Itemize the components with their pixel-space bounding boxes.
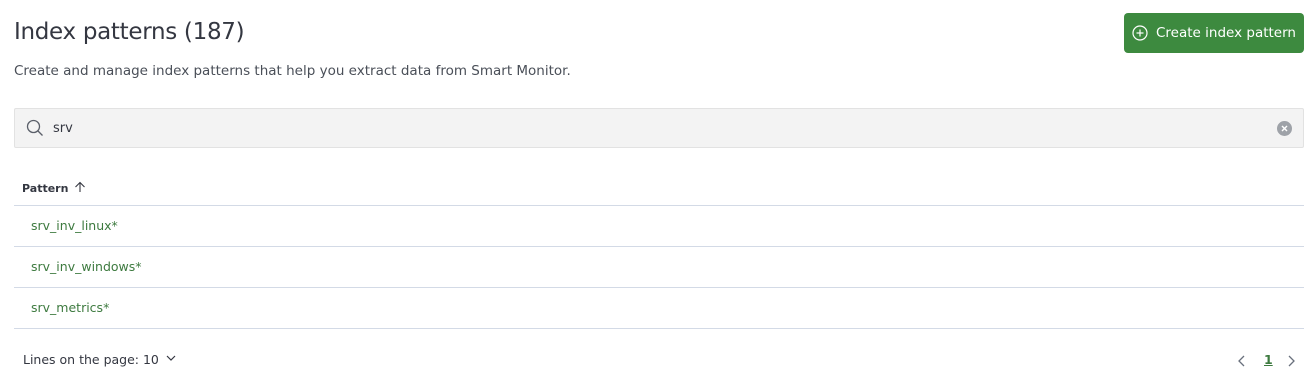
search-icon: [26, 119, 44, 141]
previous-page-icon[interactable]: [1236, 353, 1248, 372]
table-header: Pattern: [14, 170, 1304, 206]
chevron-down-icon: [165, 352, 177, 367]
page-number-button[interactable]: 1: [1264, 352, 1273, 367]
index-pattern-link[interactable]: srv_metrics*: [31, 300, 109, 315]
rows-per-page-selector[interactable]: Lines on the page: 10: [23, 352, 177, 367]
clear-icon[interactable]: [1277, 121, 1292, 140]
page-title: Index patterns (187): [14, 19, 245, 45]
search-bar: [14, 108, 1304, 148]
create-index-pattern-button[interactable]: Create index pattern: [1124, 13, 1304, 53]
plus-circle-icon: [1132, 25, 1148, 41]
pagination: 1: [1236, 352, 1304, 370]
index-pattern-link[interactable]: srv_inv_linux*: [31, 218, 118, 233]
table-row: srv_metrics*: [14, 288, 1304, 329]
search-input[interactable]: [53, 117, 1253, 139]
rows-per-page-label: Lines on the page: 10: [23, 352, 159, 367]
table-row: srv_inv_linux*: [14, 206, 1304, 247]
index-patterns-page: Index patterns (187) Create and manage i…: [0, 0, 1316, 386]
create-button-label: Create index pattern: [1156, 25, 1296, 41]
sort-ascending-icon: [74, 181, 86, 196]
next-page-icon[interactable]: [1285, 353, 1297, 372]
pattern-column-label: Pattern: [22, 182, 69, 195]
table-row: srv_inv_windows*: [14, 247, 1304, 288]
index-pattern-link[interactable]: srv_inv_windows*: [31, 259, 142, 274]
page-subtitle: Create and manage index patterns that he…: [14, 63, 571, 79]
pattern-column-header[interactable]: Pattern: [22, 181, 86, 196]
